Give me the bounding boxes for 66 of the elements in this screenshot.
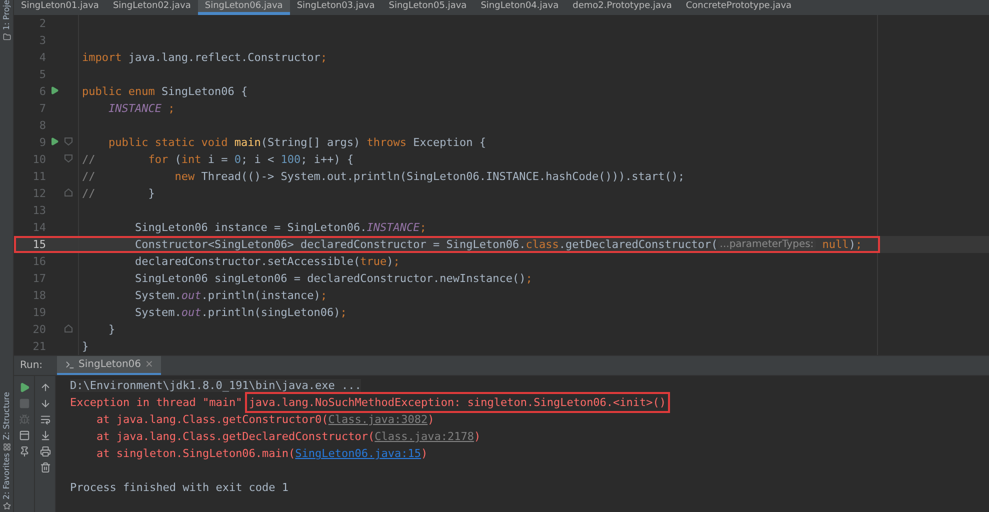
scroll-end-icon[interactable]: [40, 430, 50, 441]
folder-icon: [2, 33, 10, 42]
line-number: 3: [38, 34, 47, 47]
line-number: 14: [32, 221, 47, 234]
line-number: 13: [32, 204, 47, 217]
editor-tab[interactable]: ConcretePrototype.java: [678, 0, 799, 15]
star-icon: [2, 502, 10, 510]
pin-icon[interactable]: [18, 446, 30, 457]
line-number: 11: [32, 170, 47, 183]
console-line: at singleton.SingLeton06.main(SingLeton06.java:15): [95, 446, 429, 462]
code-line: System.out.println(instance);: [78, 287, 989, 304]
code-line: // }: [78, 185, 989, 202]
line-number: 2: [38, 17, 47, 30]
console-icon: [64, 360, 75, 370]
console-line: at java.lang.Class.getDeclaredConstructor(Class.java:2178): [95, 429, 482, 445]
tool-window-label[interactable]: Z: Structure: [2, 392, 11, 440]
grid-icon: [2, 442, 10, 451]
code-line: // new Thread(()-> System.out.println(SingLeton06.INSTANCE.hashCode())).start();: [78, 168, 989, 185]
console-line: Exception in thread "main" java.lang.NoSuchMethodException: singleton.SingLeton06.<init>(): [70, 394, 989, 411]
line-number: 15: [32, 238, 47, 251]
code-line: import java.lang.reflect.Constructor;: [78, 49, 989, 66]
line-number: 7: [38, 102, 47, 115]
layout-icon[interactable]: [18, 430, 30, 441]
run-icon[interactable]: [50, 86, 59, 95]
code-line: // for (int i = 0; i < 100; i++) {: [78, 151, 989, 168]
line-number: 18: [32, 289, 47, 302]
code-line: INSTANCE ;: [78, 100, 989, 117]
line-number: 4: [38, 51, 47, 64]
line-number: 6: [38, 85, 47, 98]
editor-tab[interactable]: SingLeton06.java: [198, 0, 290, 15]
trash-icon[interactable]: [40, 462, 50, 473]
code-line: public enum SingLeton06 {: [78, 83, 989, 100]
run-icon[interactable]: [50, 137, 59, 146]
tool-window-label[interactable]: 2: Favorites: [2, 452, 11, 499]
code-line: }: [78, 321, 989, 338]
line-number: 5: [38, 68, 47, 81]
editor-tab[interactable]: SingLeton01.java: [14, 0, 106, 15]
line-number: 19: [32, 306, 47, 319]
print-icon[interactable]: [40, 446, 50, 457]
editor-tab[interactable]: SingLeton03.java: [290, 0, 382, 15]
line-number: 16: [32, 255, 47, 268]
line-number: 10: [32, 153, 47, 166]
line-number: 20: [32, 323, 47, 336]
console-line: at java.lang.Class.getConstructor0(Class.java:3082): [95, 412, 436, 428]
run-panel-title: Run:: [20, 360, 43, 371]
editor-tab[interactable]: SingLeton05.java: [382, 0, 474, 15]
code-line: public static void main(String[] args) throws Exception {: [78, 134, 989, 151]
code-line: SingLeton06 singLeton06 = declaredConstructor.newInstance();: [78, 270, 989, 287]
line-number: 12: [32, 187, 47, 200]
line-number: 9: [38, 136, 47, 149]
line-number: 8: [38, 119, 47, 132]
wrap-icon[interactable]: [40, 414, 50, 425]
editor-tab[interactable]: SingLeton02.java: [106, 0, 198, 15]
code-line: System.out.println(singLeton06);: [78, 304, 989, 321]
line-number: 21: [32, 340, 47, 353]
run-tab[interactable]: SingLeton06 ×: [56, 356, 162, 375]
console-line: Process finished with exit code 1: [70, 480, 290, 496]
down-arrow-icon[interactable]: [40, 398, 50, 409]
run-icon[interactable]: [18, 382, 30, 393]
editor-tab[interactable]: SingLeton04.java: [474, 0, 566, 15]
code-line: }: [78, 338, 989, 355]
up-arrow-icon[interactable]: [40, 382, 50, 393]
code-line: declaredConstructor.setAccessible(true);: [78, 253, 989, 270]
tool-window-label[interactable]: 1: Proje: [2, 0, 11, 30]
line-number: 17: [32, 272, 47, 285]
editor-tab[interactable]: demo2.Prototype.java: [566, 0, 679, 15]
